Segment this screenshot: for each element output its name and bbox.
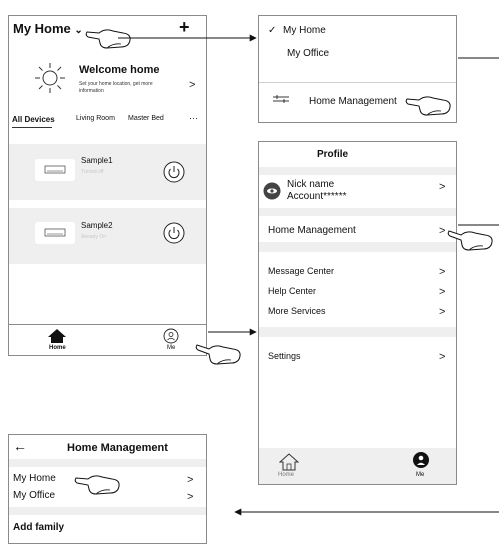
flow-arrows [118,34,499,516]
